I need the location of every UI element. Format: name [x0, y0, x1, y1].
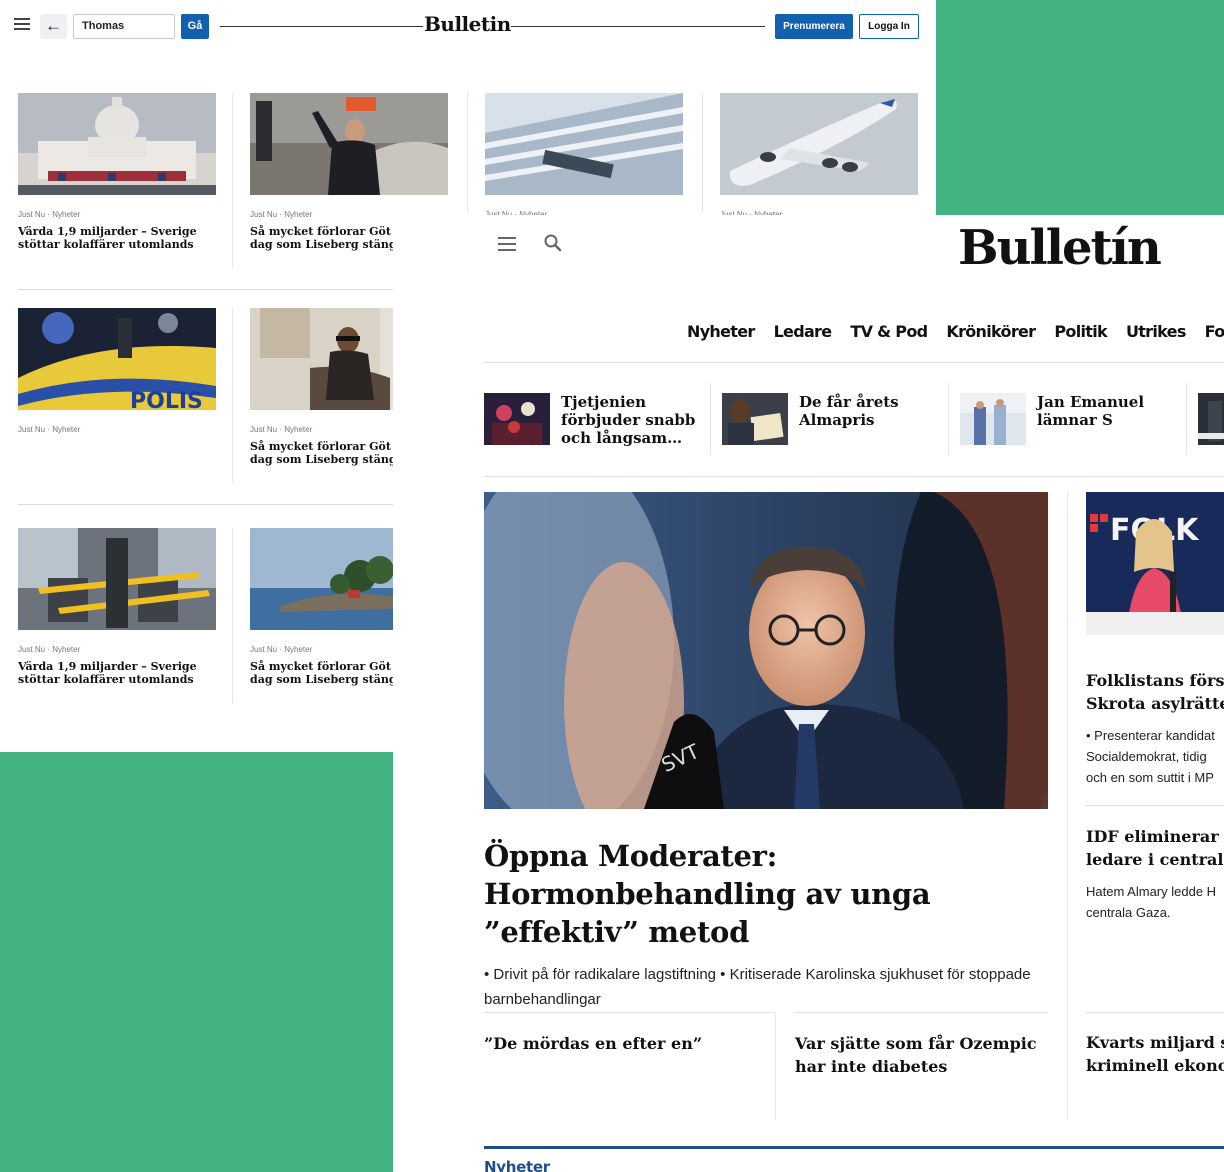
sidebar-story-text: Hatem Almary ledde H centrala Gaza.	[1086, 881, 1216, 923]
hero-headline[interactable]: Öppna Moderater: Hormonbehandling av ung…	[484, 837, 1044, 951]
sidebar-title-line: ledare i centrala	[1086, 850, 1224, 869]
search-input[interactable]: Thomas	[73, 14, 175, 39]
site-logo[interactable]: Bulletin	[424, 12, 511, 36]
front-browser-window: Bulletín Nyheter Ledare TV & Pod Krönikö…	[393, 215, 1224, 1172]
bus-interior-image	[18, 528, 216, 630]
back-arrow-icon[interactable]: ←	[40, 14, 67, 39]
article-card[interactable]: Just Nu · Nyheter	[720, 93, 918, 220]
sidebar-title-line: kriminell ekono	[1086, 1056, 1224, 1075]
section-divider	[484, 1146, 1224, 1149]
sidebar-story-title[interactable]: IDF eliminerar ledare i centrala	[1086, 825, 1224, 871]
teaser-image	[960, 393, 1026, 445]
sidebar-title-line: Skrota asylrätte	[1086, 694, 1224, 713]
nav-item-kronikorer[interactable]: Krönikörer	[946, 322, 1036, 341]
subhead-article-2[interactable]: Var sjätte som får Ozempic har inte diab…	[795, 1032, 1045, 1078]
section-heading-nyheter[interactable]: Nyheter	[484, 1158, 550, 1172]
nav-item-fokus[interactable]: Fokus	[1205, 322, 1224, 341]
nav-item-tv-pod[interactable]: TV & Pod	[850, 322, 928, 341]
hero-bullets: • Drivit på för radikalare lagstiftning …	[484, 966, 1031, 1008]
subhead-divider	[795, 1012, 1048, 1013]
teaser-image[interactable]	[1198, 393, 1224, 445]
teaser-image	[722, 393, 788, 445]
sidebar-divider-line	[1086, 805, 1224, 806]
nav-divider	[484, 362, 1224, 363]
teaser-divider	[710, 383, 711, 455]
article-meta: Just Nu · Nyheter	[18, 210, 81, 219]
teaser-divider	[1186, 383, 1187, 455]
sidebar-divider-line	[1086, 1012, 1224, 1013]
teaser-title: Tjetjenien förbjuder snabb och långsam…	[561, 393, 696, 447]
sidebar-story-title[interactable]: Kvarts miljard s kriminell ekono	[1086, 1031, 1224, 1077]
subhead-article-1[interactable]: ”De mördas en efter en”	[484, 1032, 754, 1055]
article-card[interactable]: Just Nu · Nyheter Värda 1,9 miljarder – …	[18, 93, 216, 251]
hero-image[interactable]: SVT	[484, 492, 1048, 809]
teaser-divider	[948, 383, 949, 455]
nav-item-nyheter[interactable]: Nyheter	[687, 322, 755, 341]
column-divider	[775, 1012, 776, 1120]
sidebar-divider	[1067, 492, 1068, 1120]
teaser-image	[484, 393, 550, 445]
teaser-item[interactable]: Jan Emanuel lämnar S	[960, 393, 1180, 447]
man-waving-image	[250, 93, 448, 195]
airplane-image	[720, 93, 918, 195]
sidebar-text-line: • Presenterar kandidat	[1086, 728, 1215, 743]
teaser-title: De får årets Almapris	[799, 393, 899, 429]
sidebar-title-line: Kvarts miljard s	[1086, 1033, 1224, 1052]
nav-item-politik[interactable]: Politik	[1054, 322, 1107, 341]
sidebar-story-title[interactable]: Folklistans först Skrota asylrätte	[1086, 669, 1224, 715]
police-car-image: POLIS	[18, 308, 216, 410]
column-divider	[467, 93, 468, 213]
article-meta: Just Nu · Nyheter	[18, 425, 81, 434]
header-rule-right	[511, 26, 765, 27]
row-divider	[18, 504, 398, 505]
column-divider	[232, 93, 233, 268]
article-meta: Just Nu · Nyheter	[18, 645, 81, 654]
column-divider	[232, 528, 233, 703]
capitol-image	[18, 93, 216, 195]
hamburger-menu-icon[interactable]	[14, 18, 30, 32]
sidebar-title-line: Folklistans först	[1086, 671, 1224, 690]
sidebar-image[interactable]: FOLK	[1086, 492, 1224, 635]
sidebar-text-line: Socialdemokrat, tidig	[1086, 749, 1207, 764]
teaser-item[interactable]: Tjetjenien förbjuder snabb och långsam…	[484, 393, 704, 447]
nav-item-ledare[interactable]: Ledare	[774, 322, 833, 341]
search-icon[interactable]	[543, 233, 563, 253]
article-title[interactable]: Värda 1,9 miljarder – Sverige stöttar ko…	[18, 660, 216, 686]
nav-item-utrikes[interactable]: Utrikes	[1126, 322, 1186, 341]
sidebar-title-line: IDF eliminerar	[1086, 827, 1219, 846]
sidebar-text-line: Hatem Almary ledde H	[1086, 884, 1217, 899]
header-rule-left	[220, 26, 423, 27]
office-building-image	[485, 93, 683, 195]
login-button[interactable]: Logga In	[859, 14, 919, 39]
sidebar-story-text: • Presenterar kandidat Socialdemokrat, t…	[1086, 725, 1215, 788]
svg-text:POLIS: POLIS	[130, 389, 203, 410]
hamburger-menu-icon[interactable]	[498, 237, 516, 251]
article-title[interactable]: Värda 1,9 miljarder – Sverige stöttar ko…	[18, 225, 216, 251]
main-nav: Nyheter Ledare TV & Pod Krönikörer Polit…	[687, 322, 1224, 341]
article-card[interactable]: POLIS Just Nu · Nyheter	[18, 308, 216, 435]
sidebar-text-line: centrala Gaza.	[1086, 905, 1171, 920]
site-logo[interactable]: Bulletín	[958, 220, 1162, 276]
article-card[interactable]: Just Nu · Nyheter Värda 1,9 miljarder – …	[18, 528, 216, 686]
teaser-bottom-divider	[484, 476, 1224, 477]
column-divider	[702, 93, 703, 213]
back-header: ← Thomas Gå Bulletin Prenumerera Logga I…	[0, 0, 936, 56]
column-divider	[232, 308, 233, 483]
go-button[interactable]: Gå	[181, 14, 209, 39]
teaser-title: Jan Emanuel lämnar S	[1037, 393, 1145, 429]
subscribe-button[interactable]: Prenumerera	[775, 14, 853, 39]
sidebar-text-line: och en som suttit i MP	[1086, 770, 1214, 785]
teaser-item[interactable]: De får årets Almapris	[722, 393, 942, 447]
subhead-divider	[484, 1012, 775, 1013]
article-card[interactable]: Just Nu · Nyheter	[485, 93, 683, 220]
